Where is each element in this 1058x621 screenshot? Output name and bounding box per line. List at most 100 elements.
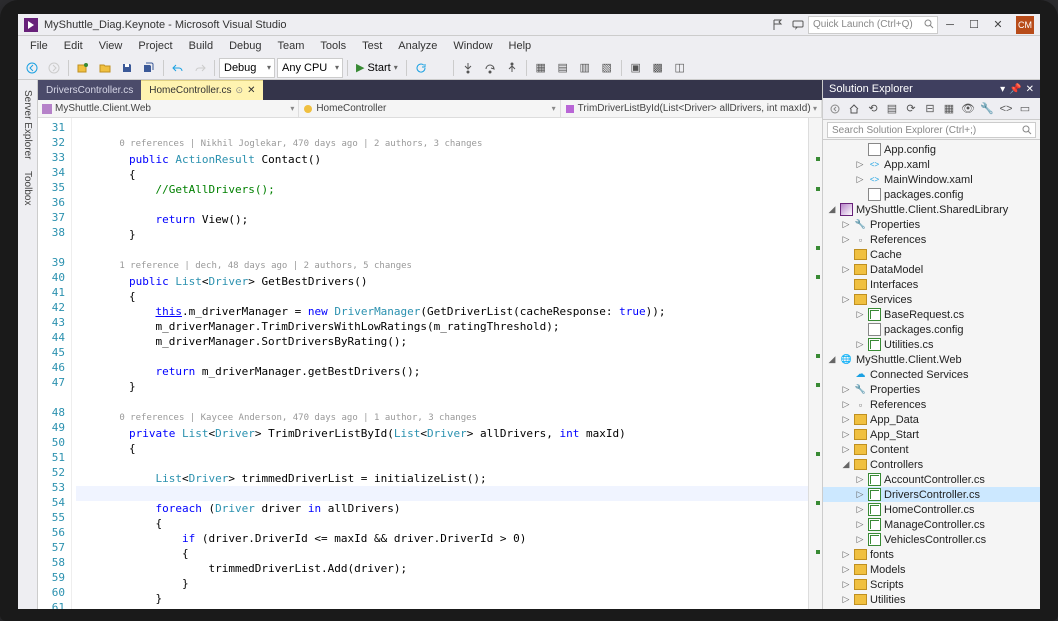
se-preview-button[interactable]: 👁 xyxy=(960,101,976,117)
tree-node[interactable]: packages.config xyxy=(823,322,1040,337)
expand-icon[interactable]: ▷ xyxy=(841,414,851,425)
expand-icon[interactable]: ▷ xyxy=(855,504,865,515)
step-into-button[interactable] xyxy=(458,58,478,78)
tool-button-6[interactable]: ▩ xyxy=(648,58,668,78)
tree-node[interactable]: ▷Services xyxy=(823,292,1040,307)
nav-project-combo[interactable]: MyShuttle.Client.Web xyxy=(38,100,299,117)
tree-node[interactable]: Interfaces xyxy=(823,277,1040,292)
expand-icon[interactable]: ▷ xyxy=(841,234,851,245)
menu-team[interactable]: Team xyxy=(270,38,313,54)
tree-node[interactable]: Connected Services xyxy=(823,367,1040,382)
close-button[interactable]: ✕ xyxy=(986,18,1010,31)
window-dropdown-icon[interactable]: ▾ xyxy=(1000,84,1005,95)
user-badge[interactable]: CM xyxy=(1016,16,1034,34)
tree-node[interactable]: ▷Properties xyxy=(823,382,1040,397)
tree-node[interactable]: ◢MyShuttle.Client.Web xyxy=(823,352,1040,367)
tree-node[interactable]: ▷References xyxy=(823,397,1040,412)
close-tab-button[interactable]: ✕ xyxy=(247,85,255,96)
menu-tools[interactable]: Tools xyxy=(312,38,354,54)
expand-icon[interactable]: ▷ xyxy=(841,579,851,590)
tool-button-7[interactable]: ◫ xyxy=(670,58,690,78)
menu-file[interactable]: File xyxy=(22,38,56,54)
se-collapseall-button[interactable]: ⊟ xyxy=(922,101,938,117)
open-file-button[interactable] xyxy=(95,58,115,78)
menu-test[interactable]: Test xyxy=(354,38,390,54)
quick-launch-input[interactable]: Quick Launch (Ctrl+Q) xyxy=(808,16,938,34)
close-panel-button[interactable]: ✕ xyxy=(1026,84,1034,95)
tree-node[interactable]: ◢Controllers xyxy=(823,457,1040,472)
se-showall-button[interactable]: ▦ xyxy=(941,101,957,117)
tab-home-controller[interactable]: HomeController.cs ⊙ ✕ xyxy=(141,80,263,100)
se-viewdesign-button[interactable]: ▭ xyxy=(1017,101,1033,117)
tree-node[interactable]: ▷MainWindow.xaml xyxy=(823,172,1040,187)
tree-node[interactable]: ▷ManageController.cs xyxy=(823,517,1040,532)
step-over-button[interactable] xyxy=(480,58,500,78)
tree-node[interactable]: ▷Properties xyxy=(823,217,1040,232)
platform-combo[interactable]: Any CPU xyxy=(277,58,343,78)
menu-debug[interactable]: Debug xyxy=(221,38,269,54)
se-viewcode-button[interactable]: <> xyxy=(998,101,1014,117)
redo-button[interactable] xyxy=(190,58,210,78)
side-tab-server-explorer[interactable]: Server Explorer xyxy=(20,84,35,165)
se-sync-button[interactable]: ⟲ xyxy=(865,101,881,117)
feedback-icon[interactable] xyxy=(791,18,805,32)
expand-icon[interactable]: ▷ xyxy=(841,399,851,410)
se-back-button[interactable] xyxy=(827,101,843,117)
code-editor[interactable]: 3132333435363738 394041424344454647 4849… xyxy=(38,118,822,609)
tree-node[interactable]: ▷HomeController.cs xyxy=(823,502,1040,517)
browser-link-refresh-button[interactable] xyxy=(411,58,431,78)
expand-icon[interactable]: ▷ xyxy=(855,519,865,530)
nav-class-combo[interactable]: HomeController xyxy=(299,100,560,117)
tree-node[interactable]: ◢MyShuttle.Client.SharedLibrary xyxy=(823,202,1040,217)
tree-node[interactable]: Cache xyxy=(823,247,1040,262)
se-pending-button[interactable]: ▤ xyxy=(884,101,900,117)
tree-node[interactable]: ▷Scripts xyxy=(823,577,1040,592)
expand-icon[interactable]: ▷ xyxy=(841,429,851,440)
flag-icon[interactable] xyxy=(771,18,785,32)
expand-icon[interactable]: ▷ xyxy=(841,444,851,455)
tab-drivers-controller[interactable]: DriversController.cs xyxy=(38,80,141,100)
tool-button-5[interactable]: ▣ xyxy=(626,58,646,78)
expand-icon[interactable]: ◢ xyxy=(827,354,837,365)
maximize-button[interactable]: ☐ xyxy=(962,18,986,31)
tree-node[interactable]: ▷Models xyxy=(823,562,1040,577)
tree-node[interactable]: ▷Content xyxy=(823,442,1040,457)
expand-icon[interactable]: ◢ xyxy=(827,204,837,215)
tree-node[interactable]: ▷App_Start xyxy=(823,427,1040,442)
expand-icon[interactable]: ▷ xyxy=(855,474,865,485)
tree-node[interactable]: packages.config xyxy=(823,187,1040,202)
tree-node[interactable]: ▷References xyxy=(823,232,1040,247)
tree-node[interactable]: ▷AccountController.cs xyxy=(823,472,1040,487)
pin-icon[interactable]: ⊙ xyxy=(236,85,244,96)
menu-build[interactable]: Build xyxy=(181,38,221,54)
tree-node[interactable]: ▷VehiclesController.cs xyxy=(823,532,1040,547)
code-content[interactable]: 0 references | Nikhil Joglekar, 470 days… xyxy=(72,118,808,609)
expand-icon[interactable]: ▷ xyxy=(841,219,851,230)
expand-icon[interactable]: ▷ xyxy=(855,339,865,350)
expand-icon[interactable]: ◢ xyxy=(841,459,851,470)
expand-icon[interactable]: ▷ xyxy=(841,384,851,395)
tree-node[interactable]: ▷BaseRequest.cs xyxy=(823,307,1040,322)
nav-back-button[interactable] xyxy=(22,58,42,78)
menu-project[interactable]: Project xyxy=(130,38,180,54)
tool-button-1[interactable]: ▦ xyxy=(531,58,551,78)
tree-node[interactable]: ▷App.xaml xyxy=(823,157,1040,172)
tool-button-3[interactable]: ▥ xyxy=(575,58,595,78)
menu-window[interactable]: Window xyxy=(445,38,500,54)
save-all-button[interactable] xyxy=(139,58,159,78)
side-tab-toolbox[interactable]: Toolbox xyxy=(20,165,35,211)
expand-icon[interactable]: ▷ xyxy=(841,549,851,560)
nav-fwd-button[interactable] xyxy=(44,58,64,78)
tree-node[interactable]: ▷DriversController.cs xyxy=(823,487,1040,502)
expand-icon[interactable]: ▷ xyxy=(841,564,851,575)
tree-node[interactable]: ▷App_Data xyxy=(823,412,1040,427)
minimize-button[interactable]: ─ xyxy=(938,19,962,31)
tree-node[interactable]: App.config xyxy=(823,142,1040,157)
tree-node[interactable]: ▷Utilities.cs xyxy=(823,337,1040,352)
nav-member-combo[interactable]: TrimDriverListById(List<Driver> allDrive… xyxy=(561,100,822,117)
tree-node[interactable]: ▷fonts xyxy=(823,547,1040,562)
tree-node[interactable]: ▷Utilities xyxy=(823,592,1040,607)
tree-node[interactable]: ▷DataModel xyxy=(823,262,1040,277)
config-combo[interactable]: Debug xyxy=(219,58,275,78)
menu-help[interactable]: Help xyxy=(501,38,540,54)
